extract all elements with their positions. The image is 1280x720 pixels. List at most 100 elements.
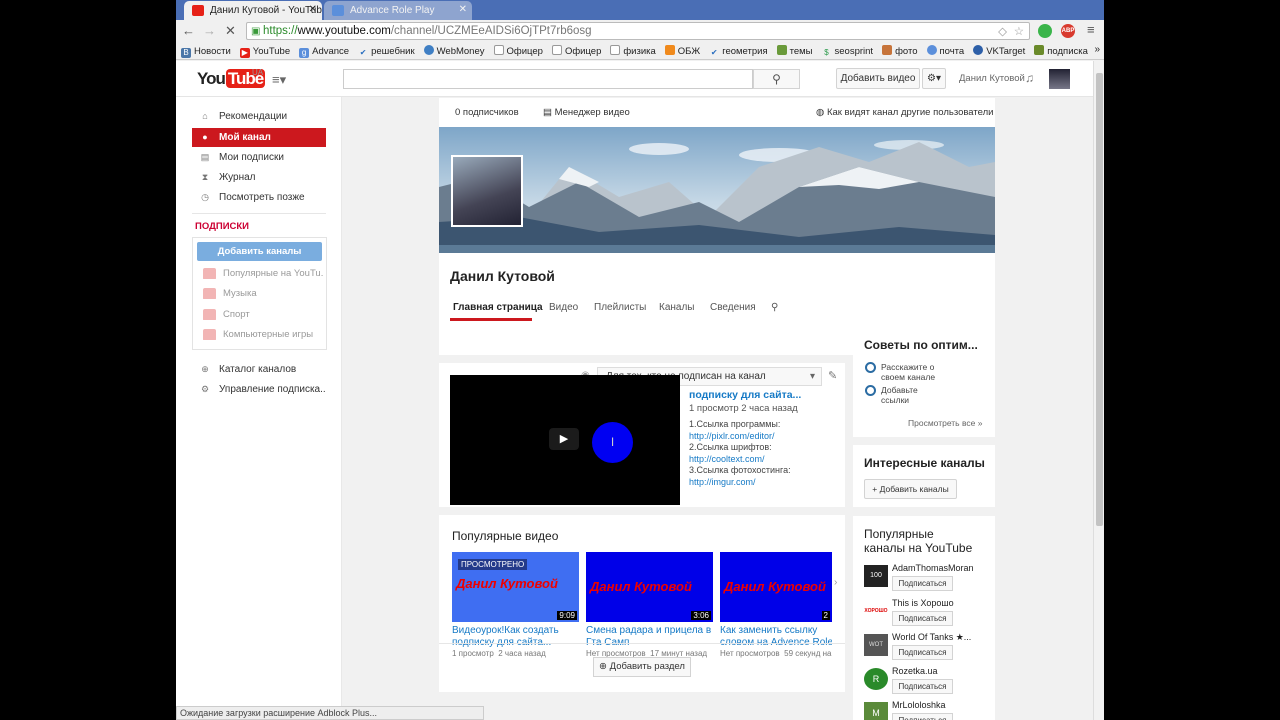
bookmark-label: ОБЖ — [677, 46, 701, 57]
video-thumbnail[interactable]: Данил Кутовой 2 — [720, 552, 832, 622]
video-manager-link[interactable]: ▤ Менеджер видео — [543, 107, 630, 118]
stop-loading-icon[interactable]: ✕ — [225, 23, 236, 39]
channel-name[interactable]: AdamThomasMoran — [892, 563, 974, 573]
channel-search-icon[interactable]: ⚲ — [771, 302, 778, 313]
search-input[interactable] — [343, 69, 753, 89]
forward-arrow-icon[interactable]: → — [203, 23, 216, 38]
desc-link[interactable]: http://cooltext.com/ — [689, 454, 839, 466]
extension-green-icon[interactable] — [1038, 24, 1052, 38]
view-as-link[interactable]: ◍ Как видят канал другие пользователи — [816, 107, 993, 118]
address-bar[interactable]: ▣ https://www.youtube.com/channel/UCZMEe… — [246, 22, 1030, 40]
channel-name[interactable]: World Of Tanks ★... — [892, 632, 971, 643]
bookmark-item[interactable]: подписка — [1029, 42, 1092, 57]
desc-link[interactable]: http://imgur.com/ — [689, 477, 839, 489]
add-channels-button[interactable]: + Добавить каналы — [864, 479, 957, 499]
bookmark-item[interactable]: почта — [922, 42, 969, 57]
bookmark-item[interactable]: ОБЖ — [660, 42, 704, 57]
subscriptions-heading[interactable]: ПОДПИСКИ — [195, 221, 249, 232]
close-tab-icon[interactable]: ✕ — [459, 4, 467, 15]
sub-item[interactable]: Популярные на YouTu... — [203, 268, 323, 279]
page-scrollbar[interactable] — [1093, 61, 1104, 720]
guide-item-my-channel[interactable]: ● Мой канал — [192, 128, 326, 147]
back-arrow-icon[interactable]: ← — [182, 23, 195, 38]
sub-item[interactable]: Музыка — [203, 288, 323, 299]
video-player[interactable]: ▶ I — [450, 375, 680, 505]
tab-videos[interactable]: Видео — [549, 302, 578, 313]
sub-item[interactable]: Компьютерные игры — [203, 329, 323, 340]
bookmark-item[interactable]: B Новости — [176, 43, 235, 58]
bookmarks-more-icon[interactable]: » — [1094, 44, 1100, 55]
channel-avatar[interactable]: R — [864, 668, 888, 690]
channel-avatar[interactable]: 100 — [864, 565, 888, 587]
bookmark-item[interactable]: физика — [605, 42, 659, 57]
subscribe-button[interactable]: Подписаться — [892, 645, 953, 660]
adblock-plus-icon[interactable]: ABP — [1061, 24, 1075, 38]
guide-item-channel-catalog[interactable]: ⊕ Каталог каналов — [192, 360, 326, 379]
video-title[interactable]: Видеоурок!Как создать подписку для сайта… — [452, 625, 580, 649]
shield-icon[interactable]: ◇ — [998, 24, 1007, 38]
avatar[interactable] — [1049, 69, 1070, 89]
upload-button[interactable]: Добавить видео — [836, 68, 920, 89]
subscribe-button[interactable]: Подписаться — [892, 713, 953, 720]
carousel-next-icon[interactable]: › — [834, 577, 837, 588]
tab-channels[interactable]: Каналы — [659, 302, 695, 313]
tab-playlists[interactable]: Плейлисты — [594, 302, 646, 313]
popular-videos-heading[interactable]: Популярные видео — [452, 529, 558, 543]
play-icon[interactable]: ▶ — [549, 428, 579, 450]
video-thumbnail[interactable]: ПРОСМОТРЕНО Данил Кутовой 9:09 — [452, 552, 579, 622]
bookmark-item[interactable]: ✔ геометрия — [704, 43, 771, 58]
bookmark-item[interactable]: Офицер — [547, 42, 605, 57]
channel-banner[interactable]: g+ — [439, 127, 995, 253]
sub-item[interactable]: Спорт — [203, 309, 323, 320]
settings-dropdown-button[interactable]: ⚙▾ — [922, 68, 946, 89]
close-tab-icon[interactable]: ✕ — [309, 4, 317, 15]
tab-youtube-channel[interactable]: Данил Кутовой - YouTub ✕ — [184, 1, 322, 20]
scrollbar-thumb[interactable] — [1096, 73, 1103, 526]
desc-link[interactable]: http://pixlr.com/editor/ — [689, 431, 839, 443]
bookmark-item[interactable]: VKTarget — [968, 42, 1029, 57]
guide-item-history[interactable]: ⧗ Журнал — [192, 168, 326, 187]
add-channels-button[interactable]: Добавить каналы — [197, 242, 322, 261]
bookmark-item[interactable]: ✔ решебник — [353, 43, 419, 58]
see-all-link[interactable]: Просмотреть все » — [908, 418, 982, 428]
channel-avatar[interactable]: ХОРОШО — [864, 600, 888, 622]
edit-pencil-icon[interactable]: ✎ — [828, 369, 837, 382]
guide-item-manage-subscriptions[interactable]: ⚙ Управление подписка... — [192, 380, 326, 399]
bookmark-item[interactable]: WebMoney — [419, 42, 489, 57]
guide-item-recommendations[interactable]: ⌂ Рекомендации — [192, 107, 326, 126]
channel-avatar[interactable] — [451, 155, 523, 227]
bookmark-star-icon[interactable]: ☆ — [1014, 24, 1024, 38]
guide-menu-icon[interactable]: ≡▾ — [272, 72, 286, 88]
video-title[interactable]: Смена радара и прицела в Гта Самп — [586, 625, 714, 649]
menu-icon[interactable]: ≡ — [1087, 22, 1095, 37]
video-thumbnail[interactable]: Данил Кутовой 3:06 — [586, 552, 713, 622]
channel-name[interactable]: This is Хорошо — [892, 598, 954, 608]
bookmark-item[interactable]: Офицер — [489, 42, 547, 57]
tip-item[interactable]: Расскажите о своем канале — [865, 362, 945, 382]
subscribe-button[interactable]: Подписаться — [892, 611, 953, 626]
bookmark-item[interactable]: ▶ YouTube — [235, 43, 294, 58]
featured-video-title[interactable]: подписку для сайта... — [689, 389, 801, 401]
tab-advance-role-play[interactable]: Advance Role Play ✕ — [324, 1, 472, 20]
bookmark-item[interactable]: g Advance — [294, 43, 353, 58]
tab-home[interactable]: Главная страница — [453, 302, 543, 313]
bookmark-item[interactable]: темы — [772, 42, 817, 57]
guide-item-subscriptions[interactable]: ▤ Мои подписки — [192, 148, 326, 167]
search-button[interactable]: ⚲ — [753, 69, 800, 89]
subscribe-button[interactable]: Подписаться — [892, 576, 953, 591]
video-title[interactable]: Как заменить ссылку словом на Advence Ro… — [720, 625, 832, 649]
guide-item-watch-later[interactable]: ◷ Посмотреть позже — [192, 188, 326, 207]
username[interactable]: Данил Кутовой — [959, 73, 1025, 84]
channel-name[interactable]: Rozetka.ua — [892, 666, 938, 676]
channel-avatar[interactable]: WOT — [864, 634, 888, 656]
bookmark-item[interactable]: $ seosprint — [817, 43, 878, 58]
notifications-bell-icon[interactable]: ♫ — [1025, 71, 1034, 85]
tip-item[interactable]: Добавьте ссылки — [865, 385, 935, 405]
channel-name[interactable]: MrLololoshka — [892, 700, 946, 710]
tab-about[interactable]: Сведения — [710, 302, 756, 313]
youtube-logo[interactable]: You Tube UA — [197, 68, 266, 89]
bookmark-item[interactable]: фото — [877, 42, 921, 57]
channel-avatar[interactable]: M — [864, 702, 888, 720]
subscribe-button[interactable]: Подписаться — [892, 679, 953, 694]
add-section-button[interactable]: ⊕ Добавить раздел — [593, 657, 691, 677]
